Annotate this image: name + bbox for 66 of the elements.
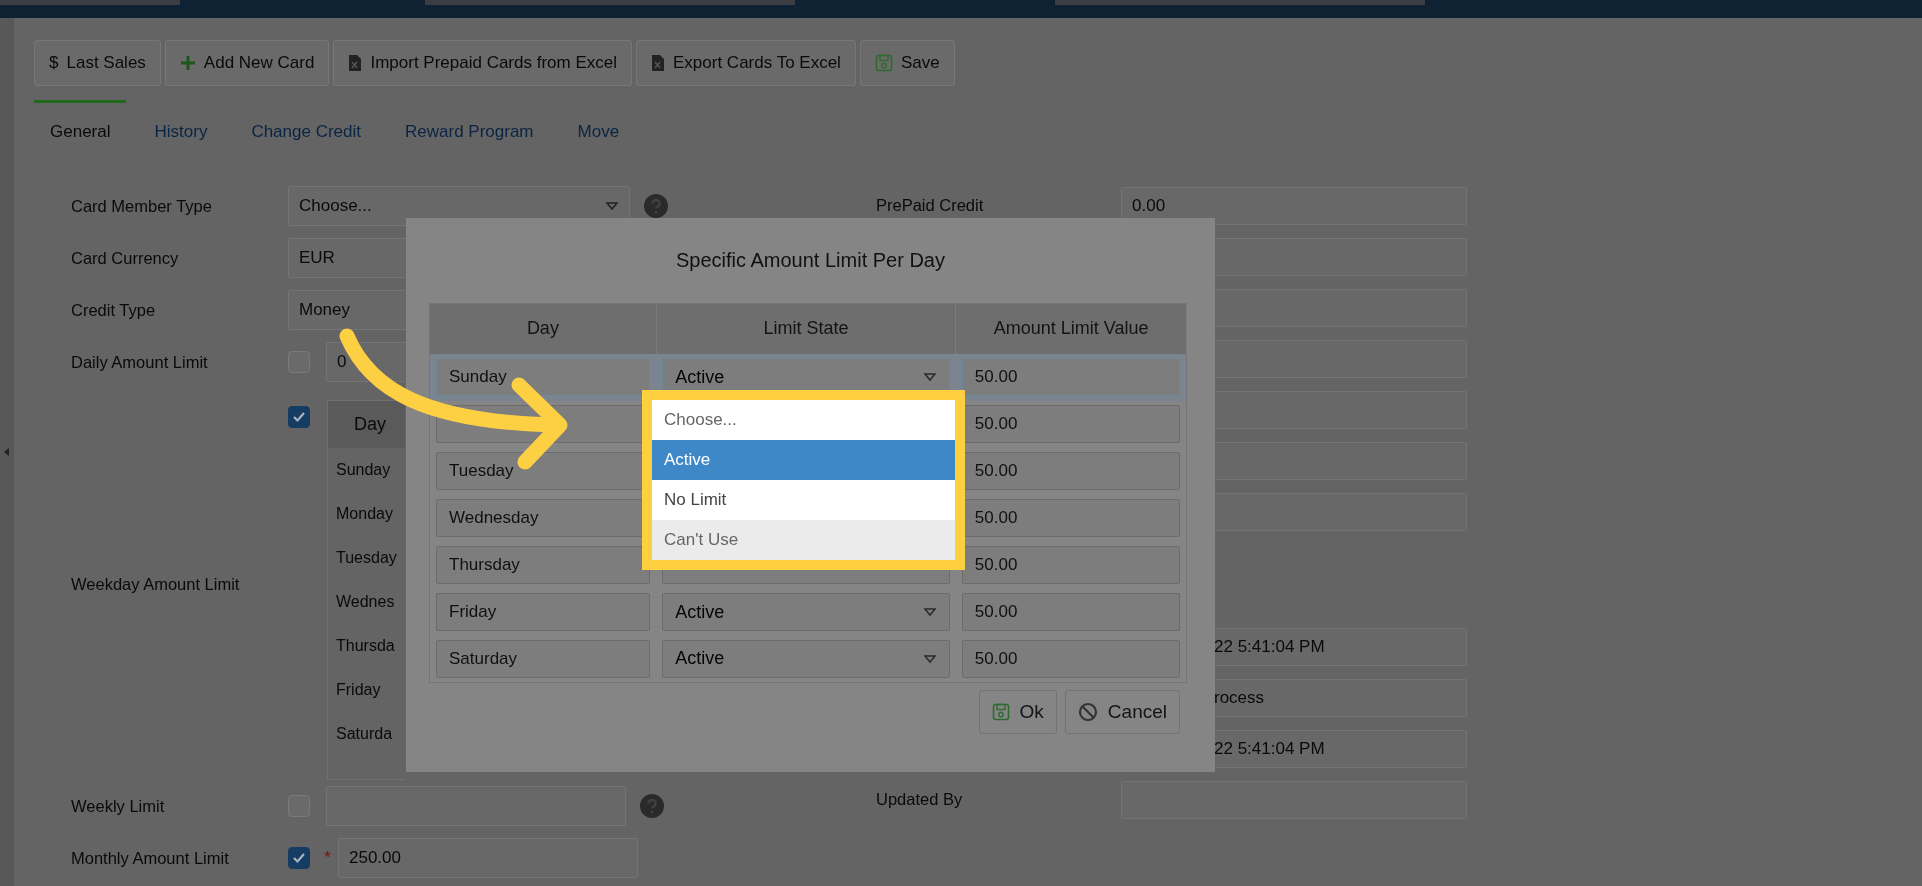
- checkmark-icon: [292, 411, 306, 423]
- table-cell-text: Sunday: [335, 460, 392, 480]
- spreadsheet-file-icon: [651, 54, 665, 72]
- text-field[interactable]: 0.00: [1121, 186, 1467, 225]
- table-cell-text: Thursda: [335, 636, 396, 656]
- collapse-arrow-icon[interactable]: [4, 448, 10, 456]
- tab[interactable]: Change Credit: [235, 100, 377, 148]
- tab[interactable]: History: [138, 100, 224, 148]
- column-header: Amount Limit Value: [955, 303, 1187, 354]
- table-cell-text: Wednes: [335, 592, 396, 612]
- dialog-button[interactable]: Cancel: [1064, 690, 1180, 734]
- header-field[interactable]: [1055, 0, 1425, 5]
- toolbar-button[interactable]: $ Last Sales: [34, 40, 161, 86]
- tab[interactable]: Move: [561, 100, 636, 148]
- limit-state-select[interactable]: Active: [662, 593, 950, 631]
- header-field[interactable]: [425, 0, 795, 5]
- checkmark-icon: [292, 852, 306, 864]
- dialog-button[interactable]: Ok: [978, 690, 1057, 734]
- table-cell-text: Tuesday: [335, 548, 398, 568]
- dialog-title: Specific Amount Limit Per Day: [675, 248, 946, 273]
- field-label: PrePaid Credit: [876, 195, 985, 217]
- tab[interactable]: Reward Program: [389, 100, 550, 148]
- caret-icon: [922, 372, 937, 382]
- checkbox[interactable]: [288, 847, 310, 869]
- dropdown-option[interactable]: Active: [652, 440, 955, 480]
- toolbar-button[interactable]: Add New Card: [164, 40, 330, 86]
- dropdown-option[interactable]: Can't Use: [652, 520, 955, 560]
- plus-icon: [179, 55, 196, 71]
- field-label: Card Currency: [71, 247, 180, 269]
- toolbar-button[interactable]: Export Cards To Excel: [636, 40, 856, 86]
- field-label: Card Member Type: [71, 195, 213, 217]
- field-label: Monthly Amount Limit: [71, 847, 230, 869]
- amount-field[interactable]: 50.00: [961, 639, 1180, 678]
- column-header: Day: [429, 303, 657, 354]
- tab[interactable]: General: [34, 100, 127, 148]
- field-label: Credit Type: [71, 299, 157, 321]
- header-field[interactable]: [0, 0, 180, 5]
- day-field: Sunday: [436, 358, 651, 396]
- field-label: Daily Amount Limit: [71, 351, 209, 373]
- table-cell-text: Friday: [335, 680, 382, 700]
- toolbar-button[interactable]: Save: [859, 40, 955, 86]
- save-icon: [991, 703, 1010, 721]
- table-cell-text: Saturda: [335, 724, 394, 744]
- spreadsheet-file-icon: [348, 54, 363, 72]
- toolbar-button[interactable]: Import Prepaid Cards from Excel: [333, 40, 632, 86]
- day-field: Friday: [436, 593, 651, 631]
- limit-state-select[interactable]: Active: [662, 639, 950, 678]
- day-field: Thursday: [436, 546, 651, 584]
- save-icon: [874, 54, 893, 72]
- checkbox[interactable]: [288, 406, 310, 428]
- column-header: Limit State: [656, 303, 956, 354]
- caret-icon: [922, 653, 937, 664]
- amount-field[interactable]: 50.00: [961, 593, 1180, 631]
- amount-field[interactable]: 50.00: [961, 358, 1180, 396]
- table-header: Day: [328, 401, 405, 448]
- ban-icon: [1077, 702, 1098, 722]
- required-mark: *: [324, 847, 332, 870]
- table-cell-text: Monday: [335, 504, 394, 524]
- field-label: Updated By: [876, 789, 964, 811]
- caret-icon: [922, 607, 937, 617]
- field-label: Weekday Amount Limit: [71, 573, 240, 595]
- amount-field[interactable]: 50.00: [961, 546, 1180, 584]
- field-label: Weekly Limit: [71, 795, 166, 817]
- day-field: Saturday: [436, 639, 651, 678]
- text-field[interactable]: 250.00: [338, 838, 638, 878]
- caret-icon: [605, 201, 619, 211]
